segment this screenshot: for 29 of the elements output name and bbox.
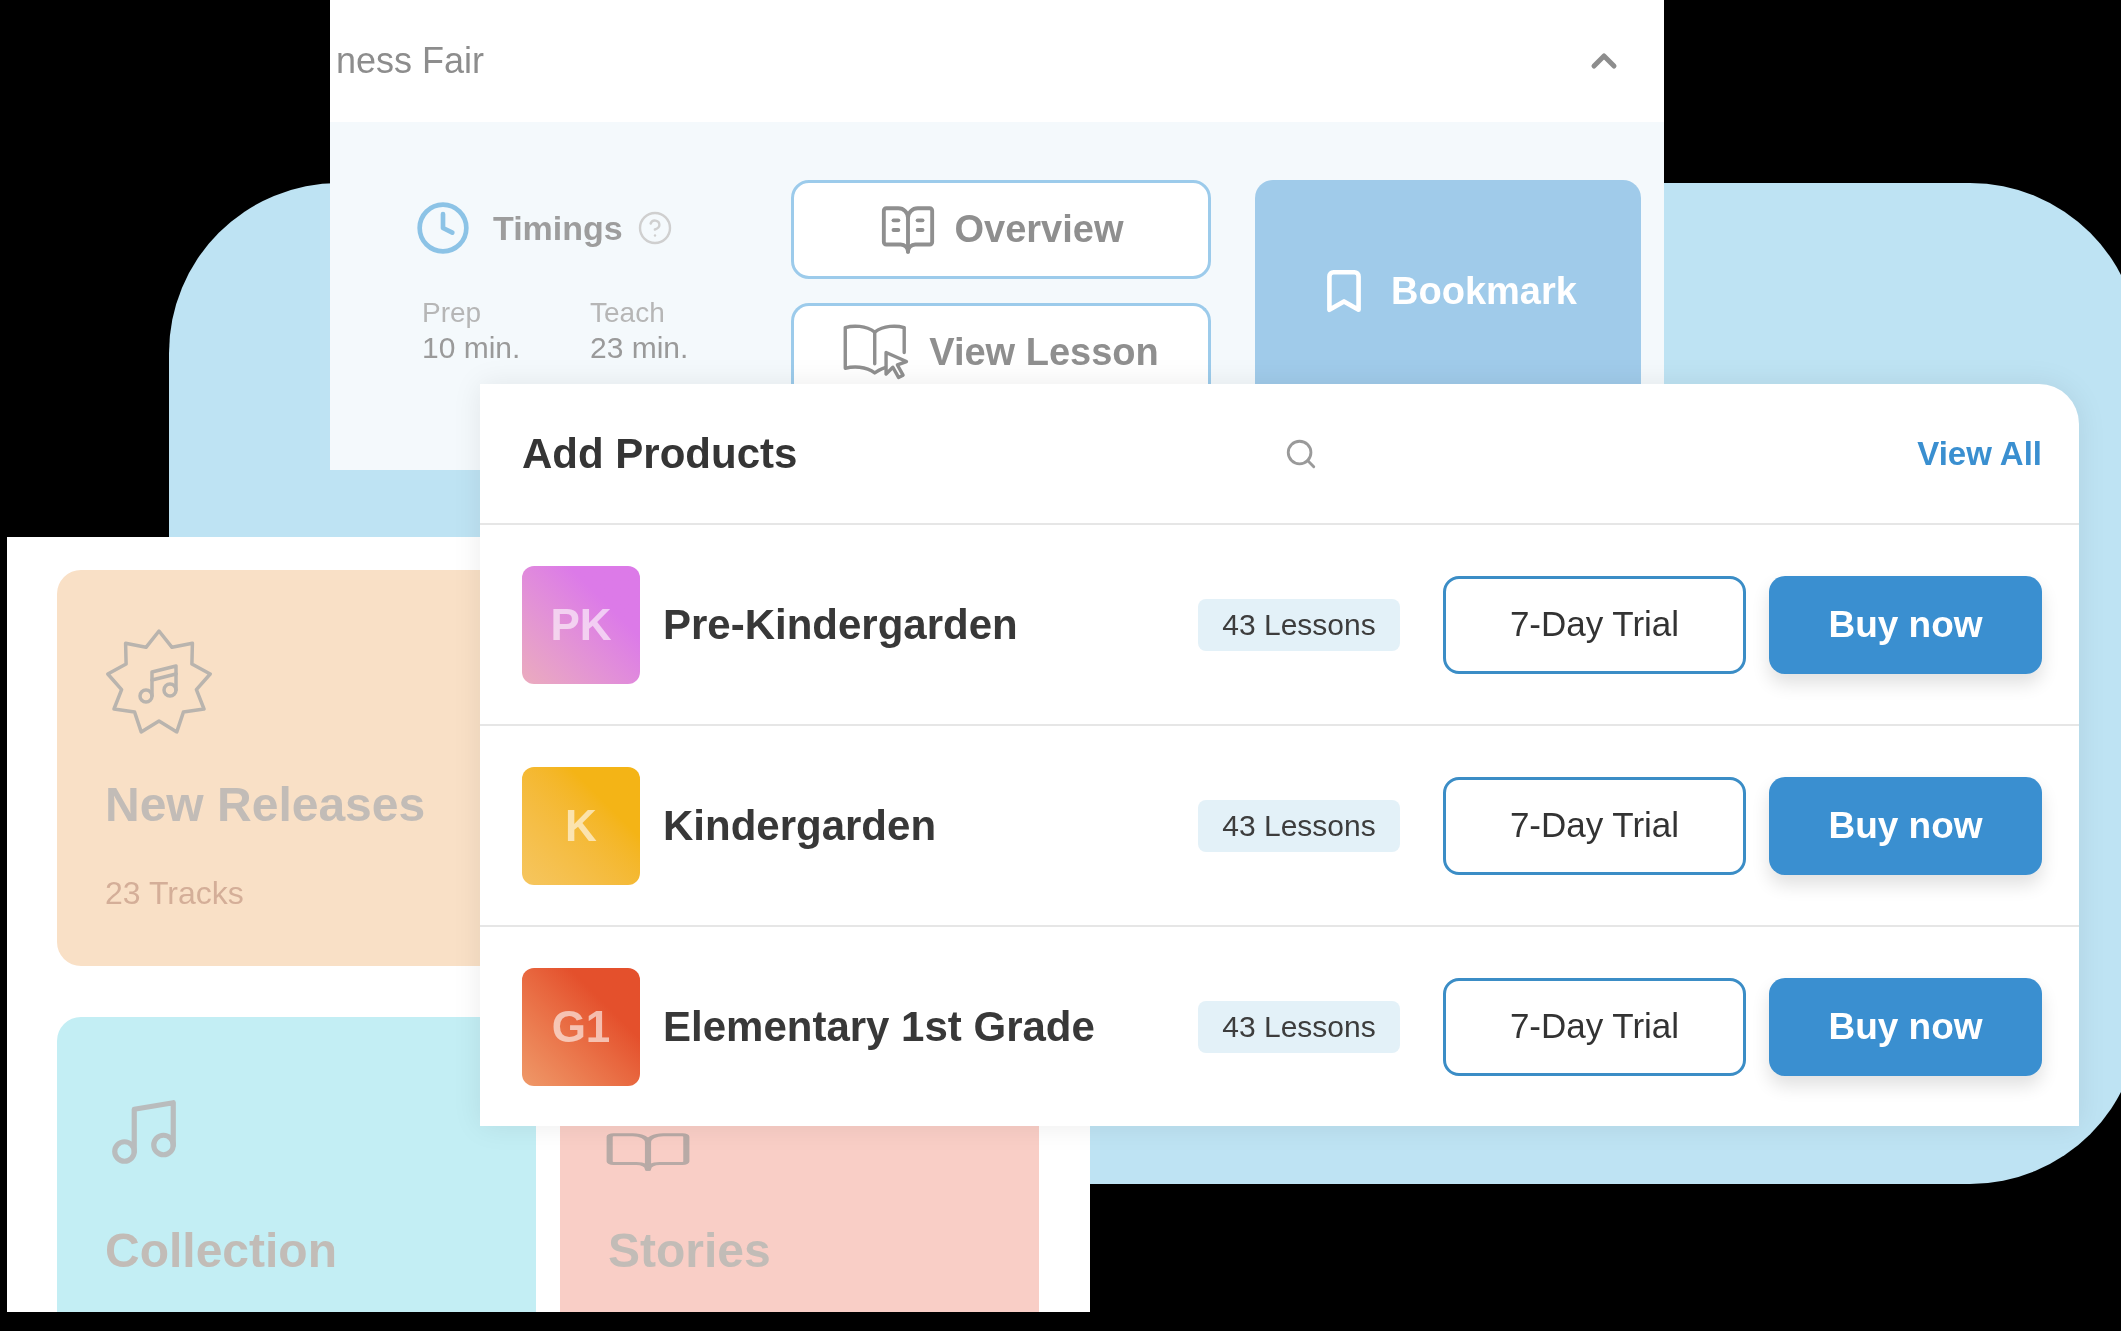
lesson-title: ness Fair (336, 39, 485, 83)
lesson-count-tag: 43 Lessons (1198, 598, 1400, 651)
product-name: Pre-Kindergarden (663, 599, 1019, 650)
timing-value: 10 min. (422, 330, 522, 366)
grade-badge: PK (522, 565, 640, 684)
overview-button[interactable]: Overview (791, 180, 1211, 279)
panel-title: Add Products (522, 428, 799, 479)
product-name: Kindergarden (663, 800, 938, 851)
lesson-count-tag: 43 Lessons (1198, 1000, 1400, 1053)
view-all-link[interactable]: View All (1917, 433, 2042, 474)
buy-now-button[interactable]: Buy now (1769, 977, 2042, 1076)
timing-label: Prep (422, 296, 483, 330)
grade-badge: G1 (522, 967, 640, 1086)
lesson-count-tag: 43 Lessons (1198, 799, 1400, 852)
timing-value: 23 min. (590, 330, 690, 366)
timings-label: Timings (493, 208, 623, 249)
trial-button[interactable]: 7-Day Trial (1443, 977, 1746, 1076)
help-icon[interactable] (636, 210, 673, 246)
music-burst-icon (105, 629, 213, 737)
timing-label: Teach (590, 296, 666, 330)
view-lesson-button[interactable]: View Lesson (791, 303, 1211, 384)
buy-now-button[interactable]: Buy now (1769, 575, 2042, 674)
clock-icon (415, 200, 471, 256)
buy-now-button[interactable]: Buy now (1769, 776, 2042, 875)
product-name: Elementary 1st Grade (663, 1001, 1096, 1052)
trial-button[interactable]: 7-Day Trial (1443, 776, 1746, 875)
category-title: Collection (105, 1223, 337, 1279)
grade-badge: K (522, 766, 640, 885)
trial-button[interactable]: 7-Day Trial (1443, 575, 1746, 674)
